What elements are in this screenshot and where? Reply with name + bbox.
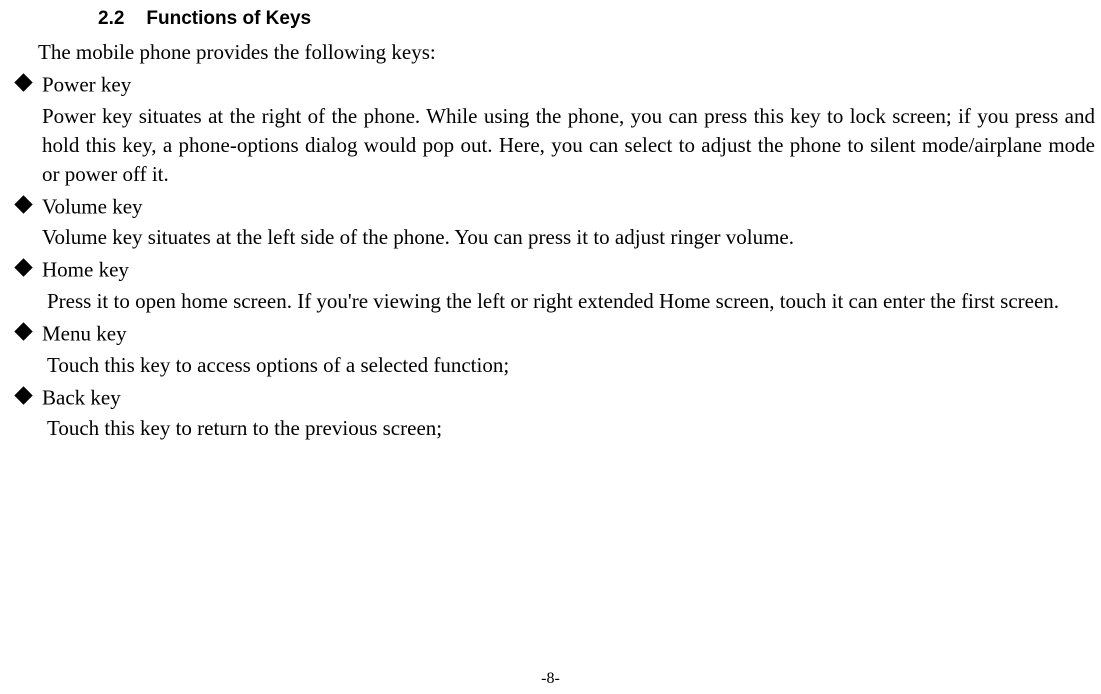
list-item-body: Power key situates at the right of the p… [0,102,1101,189]
list-item: Home key [0,256,1101,283]
heading-number: 2.2 [98,8,124,30]
list-item-body: Touch this key to access options of a se… [0,351,1101,380]
list-item-label: Volume key [42,194,143,218]
diamond-icon [14,259,32,277]
list-item-body: Volume key situates at the left side of … [0,223,1101,252]
list-item-label: Back key [42,385,121,409]
list-item: Back key [0,384,1101,411]
items-list: Power key Power key situates at the right… [0,71,1101,443]
diamond-icon [14,386,32,404]
list-item: Volume key [0,193,1101,220]
list-item-label: Home key [42,258,129,282]
page-number: -8- [0,670,1101,688]
list-item-body: Touch this key to return to the previous… [0,414,1101,443]
section-heading: 2.2 Functions of Keys [0,8,1101,30]
diamond-icon [14,322,32,340]
list-item-label: Menu key [42,322,127,346]
diamond-icon [14,195,32,213]
list-item: Menu key [0,320,1101,347]
intro-text: The mobile phone provides the following … [0,40,1101,65]
list-item: Power key [0,71,1101,98]
list-item-body: Press it to open home screen. If you're … [0,287,1101,316]
diamond-icon [14,73,32,91]
list-item-label: Power key [42,73,131,97]
heading-title: Functions of Keys [146,8,311,29]
